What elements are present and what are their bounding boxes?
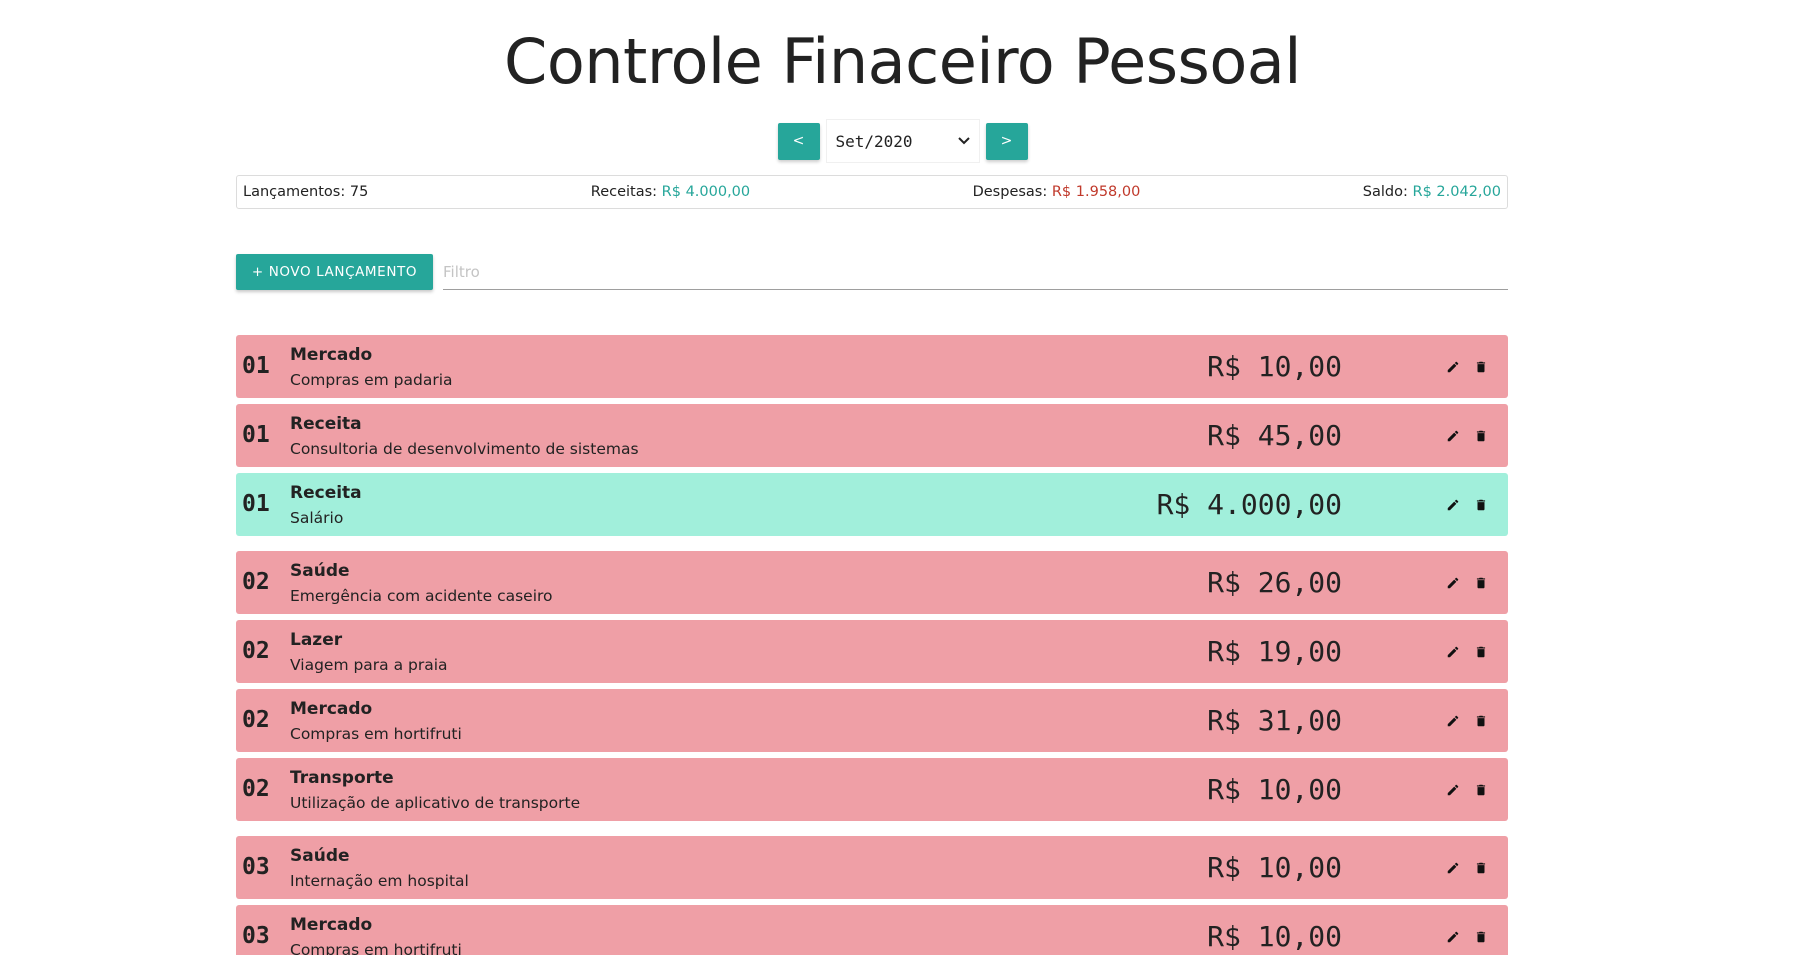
entry-day: 03 [242,854,270,880]
entry-day: 01 [242,422,270,448]
entry-description: Compras em hortifruti [290,725,462,743]
entry-category: Lazer [290,630,343,650]
summary-income-label: Receitas: [590,184,658,200]
pencil-icon[interactable] [1443,426,1463,446]
entry-row: 03 Saúde Internação em hospital R$ 10,00 [236,836,1508,899]
entry-description: Viagem para a praia [290,656,448,674]
entry-description: Internação em hospital [290,872,469,890]
pencil-icon[interactable] [1443,357,1463,377]
pencil-icon[interactable] [1443,642,1463,662]
entry-category: Mercado [290,345,373,365]
trash-icon[interactable] [1471,357,1491,377]
summary-entries-label: Lançamentos: [243,184,346,200]
period-navigator: < Set/2020 > [0,119,1805,163]
summary-entries-count: 75 [349,184,369,200]
toolbar: + NOVO LANÇAMENTO [236,254,1508,292]
entry-row: 02 Mercado Compras em hortifruti R$ 31,00 [236,689,1508,752]
entry-amount: R$ 31,00 [1207,704,1342,737]
new-entry-button[interactable]: + NOVO LANÇAMENTO [236,254,433,290]
pencil-icon[interactable] [1443,927,1463,947]
entry-amount: R$ 19,00 [1207,635,1342,668]
pencil-icon[interactable] [1443,711,1463,731]
entry-day: 01 [242,491,270,517]
summary-expense-value: R$ 1.958,00 [1051,184,1141,200]
entry-amount: R$ 45,00 [1207,419,1342,452]
entry-day: 02 [242,776,270,802]
chevron-down-icon [957,135,970,148]
entry-amount: R$ 10,00 [1207,920,1342,953]
summary-balance-value: R$ 2.042,00 [1412,184,1501,200]
entry-row: 02 Lazer Viagem para a praia R$ 19,00 [236,620,1508,683]
period-select-value: Set/2020 [835,131,913,151]
entry-description: Compras em hortifruti [290,941,462,955]
period-select[interactable]: Set/2020 [825,119,980,163]
summary-expense: Despesas: R$ 1.958,00 [973,184,1141,200]
entry-description: Salário [290,509,344,527]
trash-icon[interactable] [1471,573,1491,593]
trash-icon[interactable] [1471,780,1491,800]
entry-description: Consultoria de desenvolvimento de sistem… [290,440,639,458]
pencil-icon[interactable] [1443,780,1463,800]
entry-row: 03 Mercado Compras em hortifruti R$ 10,00 [236,905,1508,955]
entry-amount: R$ 10,00 [1207,851,1342,884]
entry-category: Receita [290,483,362,503]
entry-description: Emergência com acidente caseiro [290,587,553,605]
entry-row: 02 Transporte Utilização de aplicativo de … [236,758,1508,821]
entry-amount: R$ 4.000,00 [1156,488,1342,521]
entry-category: Saúde [290,846,350,866]
entry-amount: R$ 10,00 [1207,350,1342,383]
entry-row: 01 Receita Consultoria de desenvolvimento … [236,404,1508,467]
entry-category: Mercado [290,915,373,935]
entry-row: 01 Mercado Compras em padaria R$ 10,00 [236,335,1508,398]
page-title: Controle Finaceiro Pessoal [504,25,1301,98]
app-page: Controle Finaceiro Pessoal < Set/2020 > … [0,0,1805,955]
entry-day: 01 [242,353,270,379]
entry-category: Receita [290,414,362,434]
summary-entries: Lançamentos: 75 [243,184,368,200]
summary-income-value: R$ 4.000,00 [661,184,751,200]
trash-icon[interactable] [1471,495,1491,515]
entry-day: 02 [242,569,270,595]
trash-icon[interactable] [1471,858,1491,878]
entry-category: Saúde [290,561,350,581]
summary-income: Receitas: R$ 4.000,00 [591,184,750,200]
entry-category: Mercado [290,699,373,719]
summary-balance: Saldo: R$ 2.042,00 [1363,184,1501,200]
entry-day: 02 [242,638,270,664]
entry-category: Transporte [290,768,394,788]
pencil-icon[interactable] [1443,495,1463,515]
trash-icon[interactable] [1471,642,1491,662]
pencil-icon[interactable] [1443,858,1463,878]
trash-icon[interactable] [1471,927,1491,947]
filter-input[interactable] [443,254,1508,290]
entry-day: 03 [242,923,270,949]
trash-icon[interactable] [1471,426,1491,446]
entry-row: 01 Receita Salário R$ 4.000,00 [236,473,1508,536]
entry-day: 02 [242,707,270,733]
entries-list: 01 Mercado Compras em padaria R$ 10,00 01 Rec… [236,335,1508,955]
entry-row: 02 Saúde Emergência com acidente caseiro R$… [236,551,1508,614]
entry-description: Utilização de aplicativo de transporte [290,794,581,812]
pencil-icon[interactable] [1443,573,1463,593]
summary-bar: Lançamentos: 75 Receitas: R$ 4.000,00 De… [236,175,1508,209]
next-period-button[interactable]: > [985,122,1028,160]
entry-amount: R$ 10,00 [1207,773,1342,806]
entry-amount: R$ 26,00 [1207,566,1342,599]
trash-icon[interactable] [1471,711,1491,731]
entry-description: Compras em padaria [290,371,453,389]
previous-period-button[interactable]: < [777,122,820,160]
summary-balance-label: Saldo: [1362,184,1408,200]
summary-expense-label: Despesas: [972,184,1048,200]
